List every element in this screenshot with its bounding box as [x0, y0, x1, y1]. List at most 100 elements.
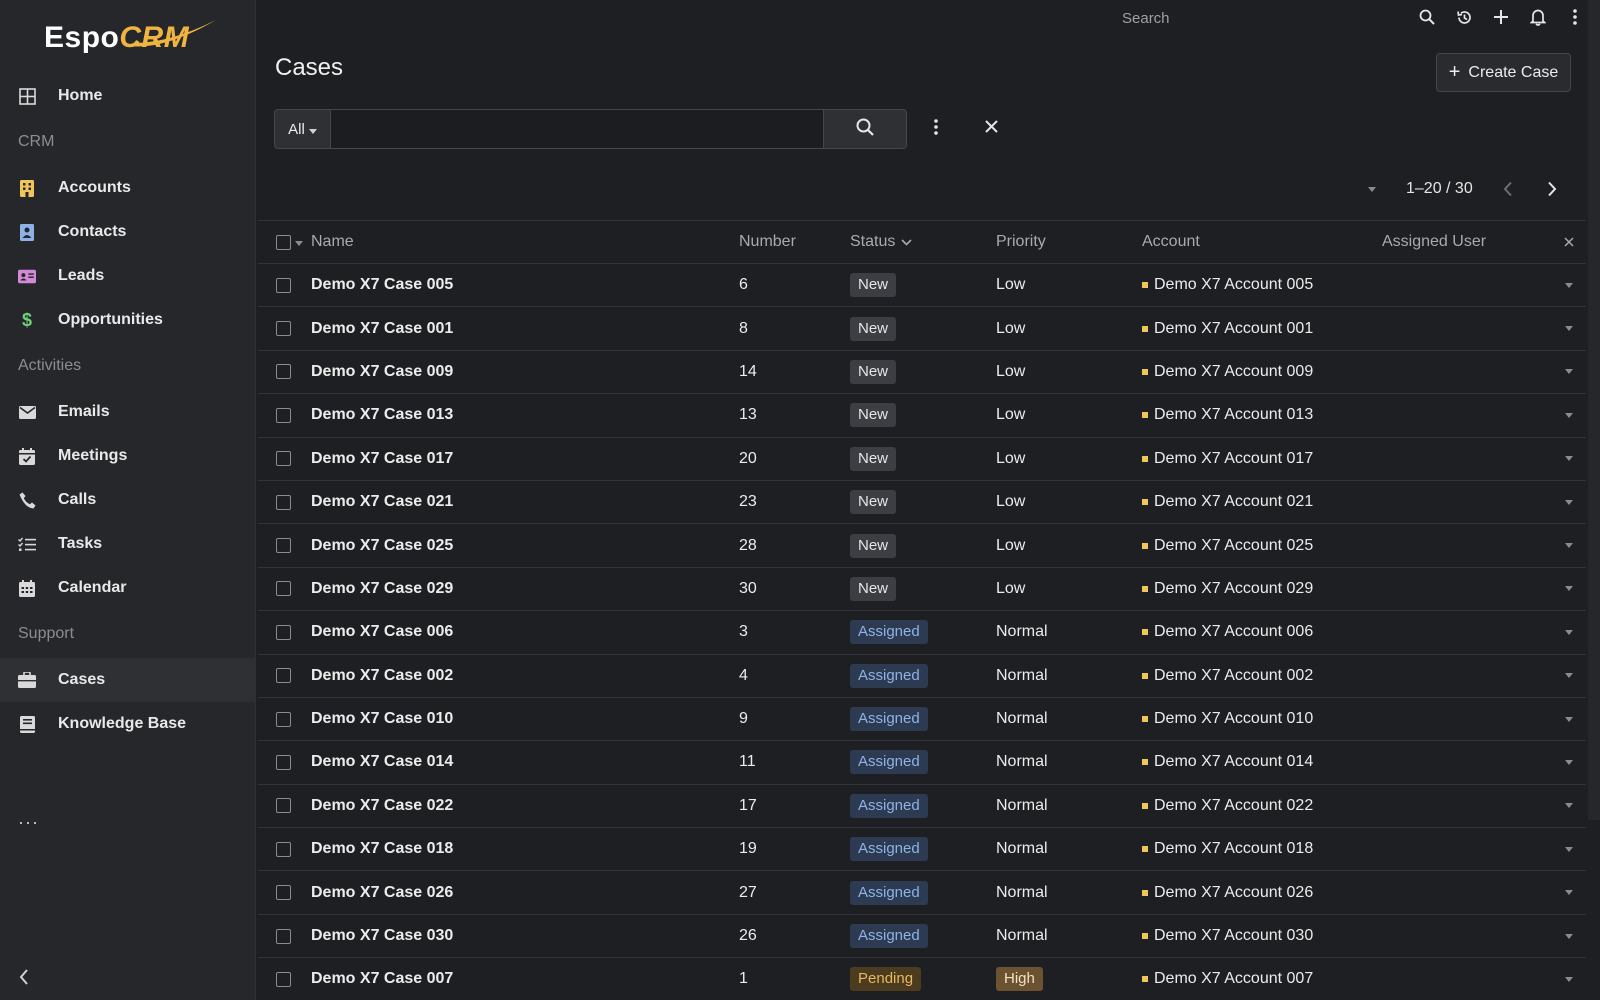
row-checkbox[interactable] — [276, 407, 291, 423]
kebab-menu-icon[interactable] — [1566, 6, 1584, 28]
row-actions-button[interactable] — [1552, 803, 1586, 809]
account-link[interactable]: Demo X7 Account 002 — [1142, 667, 1382, 685]
case-name-link[interactable]: Demo X7 Case 026 — [311, 884, 739, 902]
case-name-link[interactable]: Demo X7 Case 014 — [311, 753, 739, 771]
column-header-assigned-user[interactable]: Assigned User — [1382, 233, 1552, 251]
row-checkbox[interactable] — [276, 494, 291, 510]
account-link[interactable]: Demo X7 Account 022 — [1142, 797, 1382, 815]
case-name-link[interactable]: Demo X7 Case 018 — [311, 840, 739, 858]
row-checkbox[interactable] — [276, 668, 291, 684]
history-icon[interactable] — [1455, 6, 1473, 28]
sidebar-item-calendar[interactable]: Calendar — [0, 566, 256, 610]
row-checkbox[interactable] — [276, 711, 291, 727]
case-name-link[interactable]: Demo X7 Case 005 — [311, 276, 739, 294]
row-checkbox[interactable] — [276, 971, 291, 987]
row-actions-button[interactable] — [1552, 456, 1586, 462]
chevron-left-icon[interactable] — [18, 968, 34, 988]
sidebar-item-knowledge-base[interactable]: Knowledge Base — [0, 702, 256, 746]
row-actions-button[interactable] — [1552, 890, 1586, 896]
column-header-name[interactable]: Name — [311, 233, 739, 251]
search-input[interactable] — [331, 109, 823, 149]
row-actions-button[interactable] — [1552, 412, 1586, 418]
row-checkbox[interactable] — [276, 538, 291, 554]
scrollbar[interactable] — [1588, 0, 1600, 820]
filter-dropdown[interactable]: All — [274, 109, 331, 149]
sidebar-item-home[interactable]: Home — [0, 74, 256, 118]
sidebar-item-leads[interactable]: Leads — [0, 254, 256, 298]
search-button[interactable] — [823, 109, 907, 149]
caret-down-icon[interactable] — [295, 233, 303, 251]
row-checkbox[interactable] — [276, 754, 291, 770]
account-link[interactable]: Demo X7 Account 001 — [1142, 320, 1382, 338]
case-name-link[interactable]: Demo X7 Case 022 — [311, 797, 739, 815]
row-actions-button[interactable] — [1552, 499, 1586, 505]
account-link[interactable]: Demo X7 Account 021 — [1142, 493, 1382, 511]
sidebar-item-cases[interactable]: Cases — [0, 658, 256, 702]
global-search-input[interactable] — [1122, 6, 1382, 30]
row-checkbox[interactable] — [276, 451, 291, 467]
case-name-link[interactable]: Demo X7 Case 021 — [311, 493, 739, 511]
row-actions-button[interactable] — [1552, 282, 1586, 288]
case-name-link[interactable]: Demo X7 Case 025 — [311, 537, 739, 555]
plus-icon[interactable] — [1492, 6, 1510, 28]
reset-filter-button[interactable] — [983, 109, 999, 149]
account-link[interactable]: Demo X7 Account 005 — [1142, 276, 1382, 294]
select-all-checkbox[interactable] — [276, 234, 291, 250]
sidebar-item-opportunities[interactable]: $ Opportunities — [0, 298, 256, 342]
sidebar-item-calls[interactable]: Calls — [0, 478, 256, 522]
bell-icon[interactable] — [1529, 6, 1547, 28]
case-name-link[interactable]: Demo X7 Case 029 — [311, 580, 739, 598]
chevron-left-icon[interactable] — [1499, 178, 1517, 200]
row-actions-button[interactable] — [1552, 543, 1586, 549]
account-link[interactable]: Demo X7 Account 009 — [1142, 363, 1382, 381]
filter-options-button[interactable] — [929, 109, 943, 149]
case-name-link[interactable]: Demo X7 Case 006 — [311, 623, 739, 641]
account-link[interactable]: Demo X7 Account 025 — [1142, 537, 1382, 555]
search-icon[interactable] — [1418, 6, 1436, 28]
row-checkbox[interactable] — [276, 321, 291, 337]
case-name-link[interactable]: Demo X7 Case 001 — [311, 320, 739, 338]
case-name-link[interactable]: Demo X7 Case 009 — [311, 363, 739, 381]
row-actions-button[interactable] — [1552, 673, 1586, 679]
case-name-link[interactable]: Demo X7 Case 013 — [311, 406, 739, 424]
row-actions-button[interactable] — [1552, 759, 1586, 765]
row-actions-button[interactable] — [1552, 586, 1586, 592]
row-checkbox[interactable] — [276, 841, 291, 857]
sidebar-more-button[interactable]: ··· — [18, 812, 39, 833]
account-link[interactable]: Demo X7 Account 006 — [1142, 623, 1382, 641]
sidebar-item-meetings[interactable]: Meetings — [0, 434, 256, 478]
row-actions-button[interactable] — [1552, 369, 1586, 375]
row-checkbox[interactable] — [276, 277, 291, 293]
row-actions-button[interactable] — [1552, 326, 1586, 332]
row-actions-button[interactable] — [1552, 629, 1586, 635]
column-header-priority[interactable]: Priority — [996, 233, 1142, 251]
case-name-link[interactable]: Demo X7 Case 002 — [311, 667, 739, 685]
account-link[interactable]: Demo X7 Account 017 — [1142, 450, 1382, 468]
row-checkbox[interactable] — [276, 624, 291, 640]
row-checkbox[interactable] — [276, 798, 291, 814]
case-name-link[interactable]: Demo X7 Case 007 — [311, 970, 739, 988]
column-header-status[interactable]: Status — [850, 233, 996, 251]
chevron-right-icon[interactable] — [1543, 178, 1561, 200]
account-link[interactable]: Demo X7 Account 013 — [1142, 406, 1382, 424]
column-header-number[interactable]: Number — [739, 233, 850, 251]
caret-down-icon[interactable] — [1368, 186, 1382, 192]
row-checkbox[interactable] — [276, 581, 291, 597]
sidebar-item-accounts[interactable]: Accounts — [0, 166, 256, 210]
sidebar-item-emails[interactable]: Emails — [0, 390, 256, 434]
create-case-button[interactable]: + Create Case — [1436, 53, 1571, 92]
account-link[interactable]: Demo X7 Account 030 — [1142, 927, 1382, 945]
account-link[interactable]: Demo X7 Account 014 — [1142, 753, 1382, 771]
case-name-link[interactable]: Demo X7 Case 010 — [311, 710, 739, 728]
account-link[interactable]: Demo X7 Account 026 — [1142, 884, 1382, 902]
case-name-link[interactable]: Demo X7 Case 017 — [311, 450, 739, 468]
account-link[interactable]: Demo X7 Account 010 — [1142, 710, 1382, 728]
sidebar-item-contacts[interactable]: Contacts — [0, 210, 256, 254]
account-link[interactable]: Demo X7 Account 007 — [1142, 970, 1382, 988]
account-link[interactable]: Demo X7 Account 029 — [1142, 580, 1382, 598]
row-actions-button[interactable] — [1552, 846, 1586, 852]
column-header-account[interactable]: Account — [1142, 233, 1382, 251]
close-icon[interactable] — [1552, 237, 1586, 247]
logo[interactable]: EspoCRM — [44, 16, 216, 60]
row-actions-button[interactable] — [1552, 716, 1586, 722]
